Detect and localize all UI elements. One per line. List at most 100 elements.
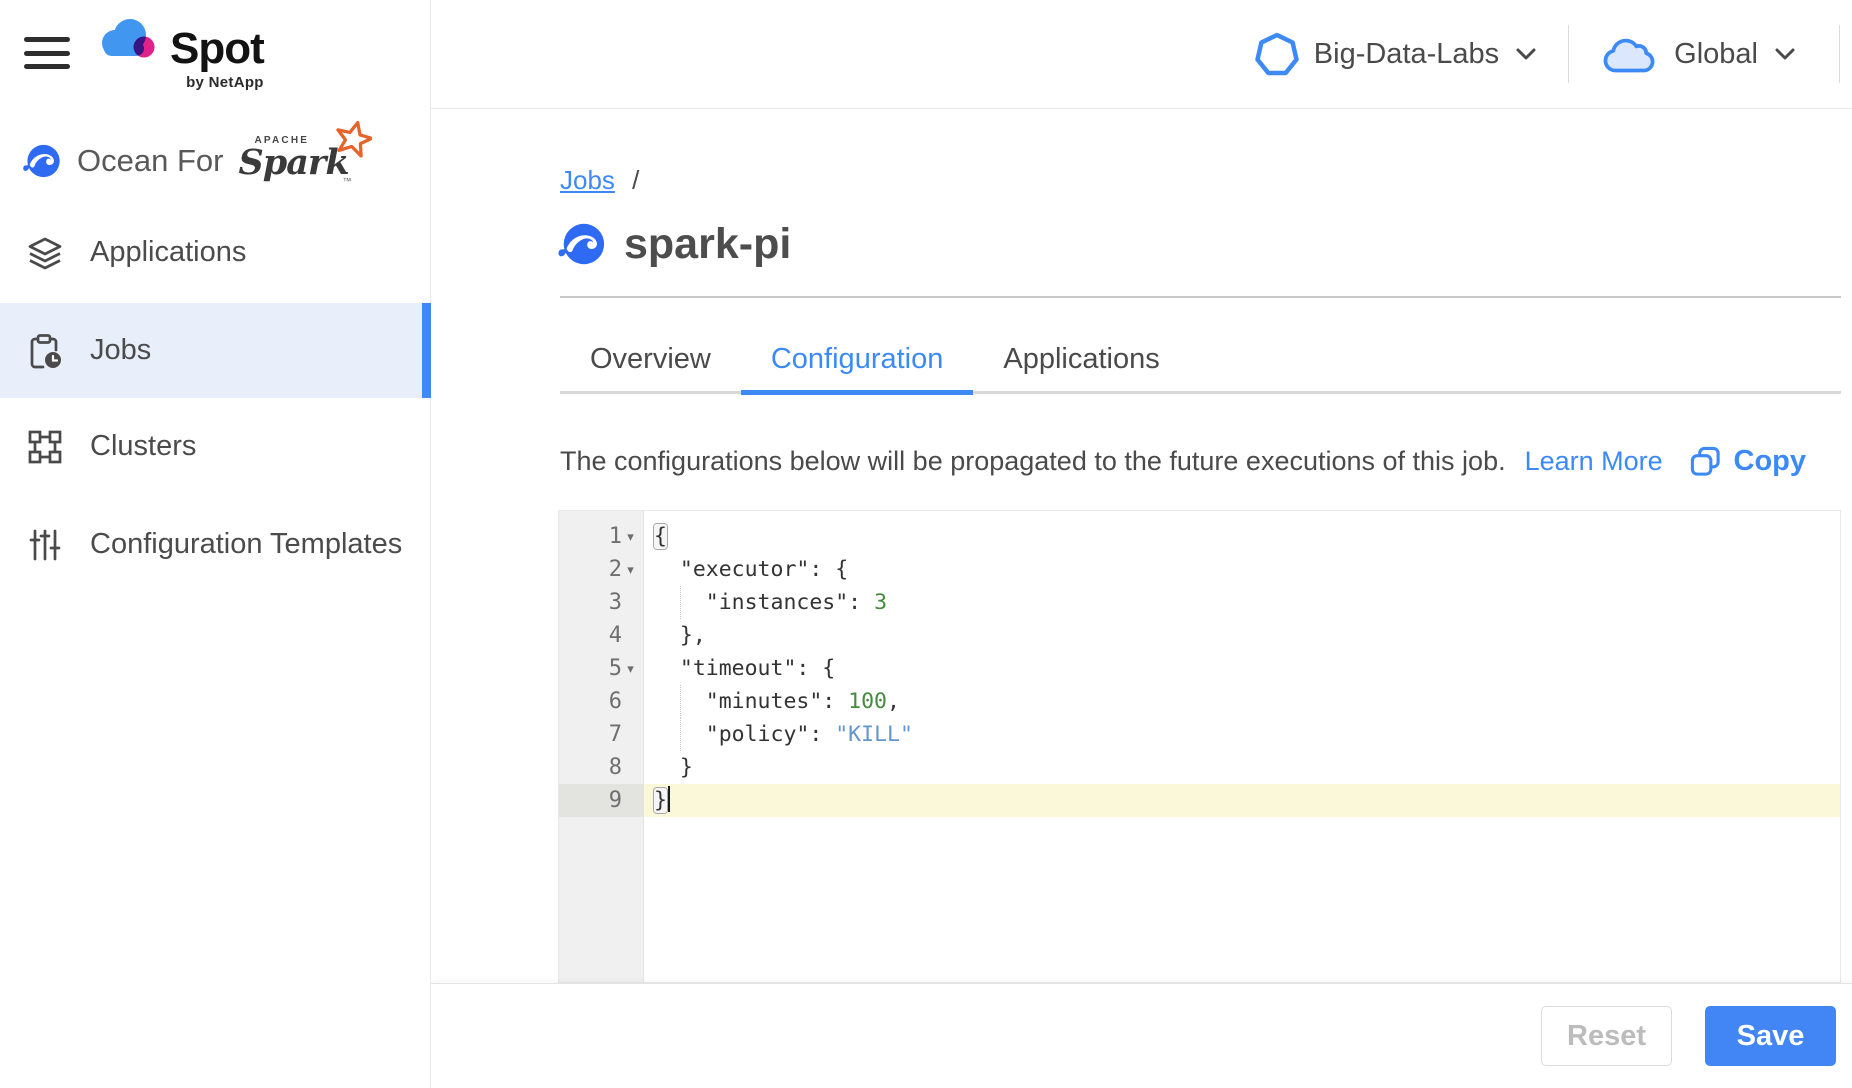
copy-icon (1689, 445, 1722, 478)
code-line[interactable]: { (644, 520, 1840, 553)
org-picker[interactable]: Big-Data-Labs (1255, 32, 1536, 76)
topbar-divider (1839, 25, 1840, 83)
reset-button[interactable]: Reset (1541, 1006, 1672, 1066)
code-token: } (654, 755, 693, 780)
editor-line[interactable]: 6▾ "minutes": 100, (559, 685, 1840, 718)
code-token: "KILL" (835, 722, 913, 747)
topbar: Big-Data-Labs Global (431, 0, 1852, 109)
sliders-icon (26, 526, 64, 564)
code-line[interactable]: "executor": { (644, 553, 1840, 586)
layers-icon (26, 234, 64, 272)
code-token: 3 (874, 590, 887, 615)
fold-arrow-icon[interactable]: ▾ (622, 562, 639, 578)
hamburger-menu-icon[interactable] (24, 37, 70, 69)
sidebar-item-label: Clusters (90, 430, 196, 463)
code-token: } (654, 788, 667, 813)
ocean-wave-icon (557, 219, 607, 269)
spark-star-icon (335, 121, 372, 158)
code-token: }, (654, 623, 706, 648)
tab-bar: OverviewConfigurationApplications (560, 328, 1841, 394)
breadcrumb-jobs-link[interactable]: Jobs (560, 165, 615, 195)
tab-overview[interactable]: Overview (560, 328, 741, 395)
sidebar-item-configuration-templates[interactable]: Configuration Templates (0, 497, 431, 592)
editor-line[interactable]: 8▾ } (559, 751, 1840, 784)
code-line[interactable]: } (644, 784, 1840, 817)
editor-line[interactable]: 1▾{ (559, 520, 1840, 553)
code-line[interactable]: "policy": "KILL" (644, 718, 1840, 751)
title-divider (560, 296, 1841, 298)
sidebar-item-clusters[interactable]: Clusters (0, 399, 431, 494)
chevron-down-icon (1775, 48, 1795, 61)
config-description-row: The configurations below will be propaga… (560, 439, 1841, 483)
fold-arrow-icon[interactable]: ▾ (622, 529, 639, 545)
page-title: spark-pi (624, 220, 791, 269)
editor-lines: 1▾{2▾ "executor": {3▾ "instances": 34▾ }… (559, 511, 1840, 817)
code-line[interactable]: "minutes": 100, (644, 685, 1840, 718)
sidebar-item-jobs[interactable]: Jobs (0, 303, 431, 398)
fold-arrow-icon[interactable]: ▾ (622, 661, 639, 677)
cluster-nodes-icon (26, 428, 64, 466)
scope-name: Global (1674, 38, 1758, 71)
clipboard-clock-icon (26, 332, 64, 370)
spot-logo-text: Spot (170, 28, 264, 70)
product-prefix-label: Ocean For (77, 143, 223, 179)
code-line[interactable]: } (644, 751, 1840, 784)
config-description: The configurations below will be propaga… (560, 446, 1506, 477)
code-token: "timeout" (680, 656, 797, 681)
main-content: Jobs / spark-pi OverviewConfigurationApp… (431, 109, 1852, 983)
breadcrumb-separator: / (632, 165, 639, 195)
product-logo-ocean-for-spark: Ocean For APACHE Spark ™ (22, 132, 366, 190)
line-number: 5 (609, 656, 622, 681)
code-token: : { (796, 656, 835, 681)
tab-applications[interactable]: Applications (973, 328, 1189, 395)
code-token: "minutes" (706, 689, 823, 714)
code-line[interactable]: "instances": 3 (644, 586, 1840, 619)
code-token: : (809, 722, 835, 747)
code-token: , (887, 689, 900, 714)
sidebar-item-applications[interactable]: Applications (0, 205, 431, 300)
editor-line[interactable]: 9▾} (559, 784, 1840, 817)
line-number: 7 (609, 722, 622, 747)
code-token: { (654, 524, 667, 549)
json-config-editor[interactable]: 1▾{2▾ "executor": {3▾ "instances": 34▾ }… (558, 510, 1841, 983)
code-token (654, 656, 680, 681)
save-button[interactable]: Save (1705, 1006, 1836, 1066)
editor-line[interactable]: 4▾ }, (559, 619, 1840, 652)
code-token: "policy" (706, 722, 810, 747)
tab-configuration[interactable]: Configuration (741, 328, 974, 395)
editor-line[interactable]: 7▾ "policy": "KILL" (559, 718, 1840, 751)
code-token: : { (809, 557, 848, 582)
line-number: 8 (609, 755, 622, 780)
breadcrumb: Jobs / (560, 165, 639, 196)
chevron-down-icon (1516, 48, 1536, 61)
spot-logo-byline: by NetApp (186, 74, 264, 91)
code-line[interactable]: }, (644, 619, 1840, 652)
code-token: "instances" (706, 590, 848, 615)
indent-guide (680, 586, 681, 619)
app-root: Spot by NetApp Ocean For APACHE Spark ™ … (0, 0, 1852, 1088)
editor-line[interactable]: 2▾ "executor": { (559, 553, 1840, 586)
line-number: 4 (609, 623, 622, 648)
heptagon-icon (1255, 32, 1299, 76)
line-number: 6 (609, 689, 622, 714)
copy-button-label: Copy (1734, 445, 1807, 478)
editor-gutter-cell: 3▾ (559, 586, 644, 619)
ocean-wave-icon (22, 141, 62, 181)
page-title-row: spark-pi (557, 219, 791, 269)
line-number: 2 (609, 557, 622, 582)
sidebar-item-label: Applications (90, 236, 246, 269)
code-line[interactable]: "timeout": { (644, 652, 1840, 685)
editor-gutter-cell: 8▾ (559, 751, 644, 784)
learn-more-link[interactable]: Learn More (1525, 446, 1663, 477)
text-cursor (668, 786, 671, 812)
org-name: Big-Data-Labs (1314, 38, 1499, 71)
copy-button[interactable]: Copy (1689, 445, 1807, 478)
editor-line[interactable]: 5▾ "timeout": { (559, 652, 1840, 685)
topbar-divider (1568, 25, 1569, 83)
sidebar: Spot by NetApp Ocean For APACHE Spark ™ … (0, 0, 431, 1088)
spot-logo: Spot by NetApp (96, 14, 264, 91)
editor-line[interactable]: 3▾ "instances": 3 (559, 586, 1840, 619)
editor-gutter-cell: 5▾ (559, 652, 644, 685)
scope-picker[interactable]: Global (1601, 32, 1795, 76)
editor-gutter-cell: 6▾ (559, 685, 644, 718)
